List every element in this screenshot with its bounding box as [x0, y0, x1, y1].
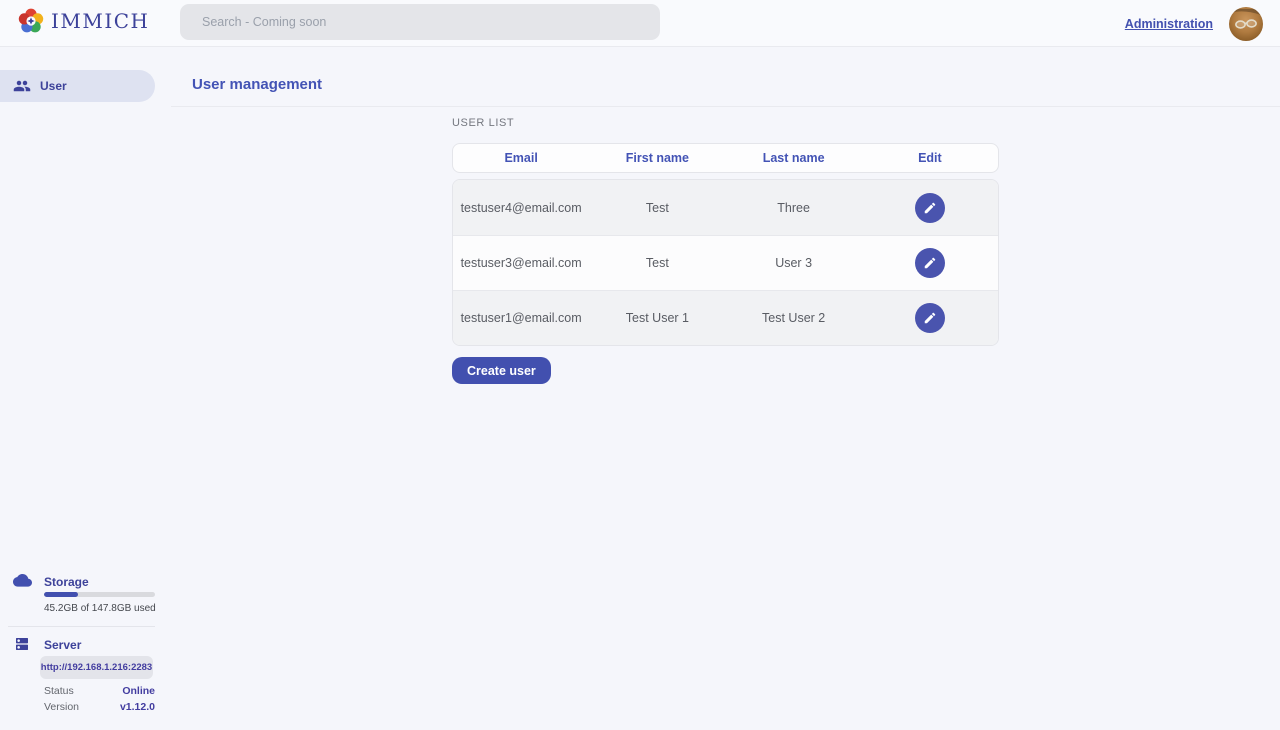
table-row: testuser1@email.com Test User 1 Test Use… — [453, 290, 998, 345]
cell-last-name: User 3 — [726, 256, 862, 270]
create-user-button[interactable]: Create user — [452, 357, 551, 384]
status-label: Status — [44, 685, 74, 697]
page-title: User management — [192, 76, 322, 93]
status-value: Online — [122, 685, 155, 697]
sidebar-item-user-label: User — [40, 79, 67, 93]
cell-first-name: Test — [589, 201, 725, 215]
server-version-row: Version v1.12.0 — [44, 701, 155, 713]
brand-wordmark: IMMICH — [51, 9, 150, 33]
storage-progress-fill — [44, 592, 78, 597]
pencil-icon — [923, 311, 937, 325]
edit-user-button[interactable] — [915, 303, 945, 333]
cloud-icon — [13, 572, 32, 592]
edit-user-button[interactable] — [915, 248, 945, 278]
user-list-label: USER LIST — [452, 117, 514, 129]
column-header-last-name: Last name — [726, 151, 862, 165]
column-header-email: Email — [453, 151, 589, 165]
cell-last-name: Test User 2 — [726, 311, 862, 325]
server-icon — [14, 636, 30, 657]
column-header-edit: Edit — [862, 151, 998, 165]
storage-title: Storage — [44, 575, 89, 589]
top-bar-right: Administration — [1125, 0, 1263, 47]
immich-flower-logo-icon — [18, 8, 44, 34]
administration-link[interactable]: Administration — [1125, 17, 1213, 31]
server-status-row: Status Online — [44, 685, 155, 697]
version-label: Version — [44, 701, 79, 713]
sidebar-item-user[interactable]: User — [0, 70, 155, 102]
storage-progress-bar — [44, 592, 155, 597]
search-bar[interactable] — [180, 4, 660, 40]
user-table: testuser4@email.com Test Three testuser3… — [452, 179, 999, 346]
search-input[interactable] — [180, 4, 660, 40]
cell-email: testuser3@email.com — [453, 256, 589, 270]
column-header-first-name: First name — [589, 151, 725, 165]
top-bar: IMMICH Administration — [0, 0, 1280, 47]
cell-first-name: Test User 1 — [589, 311, 725, 325]
users-icon — [13, 77, 31, 95]
user-table-header: Email First name Last name Edit — [452, 143, 999, 173]
table-row: testuser4@email.com Test Three — [453, 180, 998, 235]
cell-email: testuser1@email.com — [453, 311, 589, 325]
user-avatar[interactable] — [1229, 7, 1263, 41]
cell-first-name: Test — [589, 256, 725, 270]
sidebar-divider — [8, 626, 155, 627]
server-url-badge: http://192.168.1.216:2283 — [40, 656, 153, 679]
storage-usage-text: 45.2GB of 147.8GB used — [44, 603, 156, 614]
cell-last-name: Three — [726, 201, 862, 215]
brand[interactable]: IMMICH — [18, 8, 150, 34]
server-title: Server — [44, 638, 81, 652]
cell-email: testuser4@email.com — [453, 201, 589, 215]
pencil-icon — [923, 201, 937, 215]
table-row: testuser3@email.com Test User 3 — [453, 235, 998, 290]
pencil-icon — [923, 256, 937, 270]
edit-user-button[interactable] — [915, 193, 945, 223]
version-value: v1.12.0 — [120, 701, 155, 713]
title-divider — [171, 106, 1280, 107]
